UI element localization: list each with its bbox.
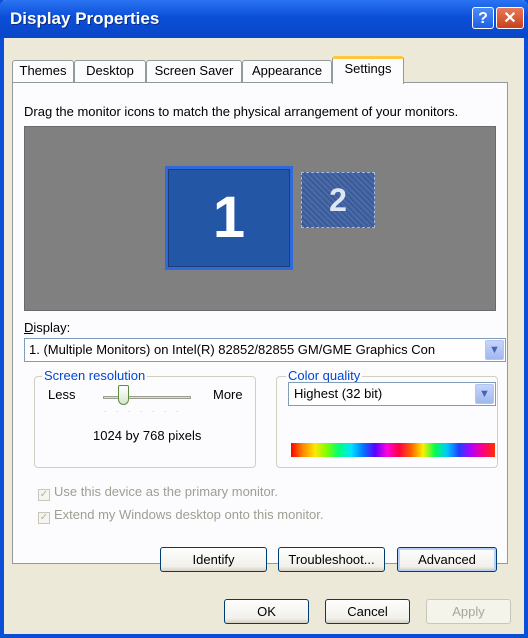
window-title: Display Properties: [10, 9, 160, 28]
tab-screen-saver[interactable]: Screen Saver: [146, 60, 242, 82]
tab-settings[interactable]: Settings: [332, 56, 404, 84]
resolution-slider-track[interactable]: [103, 396, 191, 399]
monitor-2-icon[interactable]: 2: [301, 172, 375, 228]
troubleshoot-button[interactable]: Troubleshoot...: [278, 547, 385, 572]
identify-button[interactable]: Identify: [160, 547, 267, 572]
ok-button[interactable]: OK: [224, 599, 309, 624]
primary-monitor-label: Use this device as the primary monitor.: [54, 484, 278, 499]
close-button[interactable]: ✕: [496, 7, 524, 29]
checkmark-icon: ✓: [38, 512, 50, 524]
checkmark-icon: ✓: [38, 489, 50, 501]
color-quality-dropdown[interactable]: Highest (32 bit) ▼: [288, 382, 496, 406]
display-dropdown[interactable]: 1. (Multiple Monitors) on Intel(R) 82852…: [24, 338, 506, 362]
apply-button[interactable]: Apply: [426, 599, 511, 624]
more-label: More: [213, 387, 243, 402]
chevron-down-icon[interactable]: ▼: [485, 340, 504, 360]
color-quality-title: Color quality: [286, 368, 363, 383]
arrangement-instruction: Drag the monitor icons to match the phys…: [24, 104, 459, 119]
tab-appearance[interactable]: Appearance: [242, 60, 332, 82]
chevron-down-icon[interactable]: ▼: [475, 384, 494, 404]
color-quality-value: Highest (32 bit): [294, 386, 383, 401]
display-label: Display:: [24, 320, 71, 335]
extend-desktop-checkbox[interactable]: ✓ Extend my Windows desktop onto this mon…: [38, 507, 324, 524]
slider-ticks: ·······: [104, 409, 188, 415]
tab-desktop[interactable]: Desktop: [74, 60, 146, 82]
help-button[interactable]: ?: [472, 7, 494, 29]
resolution-value: 1024 by 768 pixels: [93, 428, 202, 443]
primary-monitor-checkbox[interactable]: ✓ Use this device as the primary monitor.: [38, 484, 278, 501]
cancel-button[interactable]: Cancel: [325, 599, 410, 624]
extend-desktop-label: Extend my Windows desktop onto this moni…: [54, 507, 324, 522]
color-spectrum-bar: [291, 443, 495, 457]
monitor-1-icon[interactable]: 1: [165, 166, 293, 270]
tab-themes[interactable]: Themes: [12, 60, 74, 82]
display-dropdown-value: 1. (Multiple Monitors) on Intel(R) 82852…: [29, 342, 436, 357]
screen-resolution-title: Screen resolution: [42, 368, 148, 383]
less-label: Less: [48, 387, 76, 402]
advanced-button[interactable]: Advanced: [397, 547, 497, 572]
resolution-slider-thumb[interactable]: [118, 385, 130, 405]
title-bar[interactable]: Display Properties ? ✕: [0, 0, 528, 38]
